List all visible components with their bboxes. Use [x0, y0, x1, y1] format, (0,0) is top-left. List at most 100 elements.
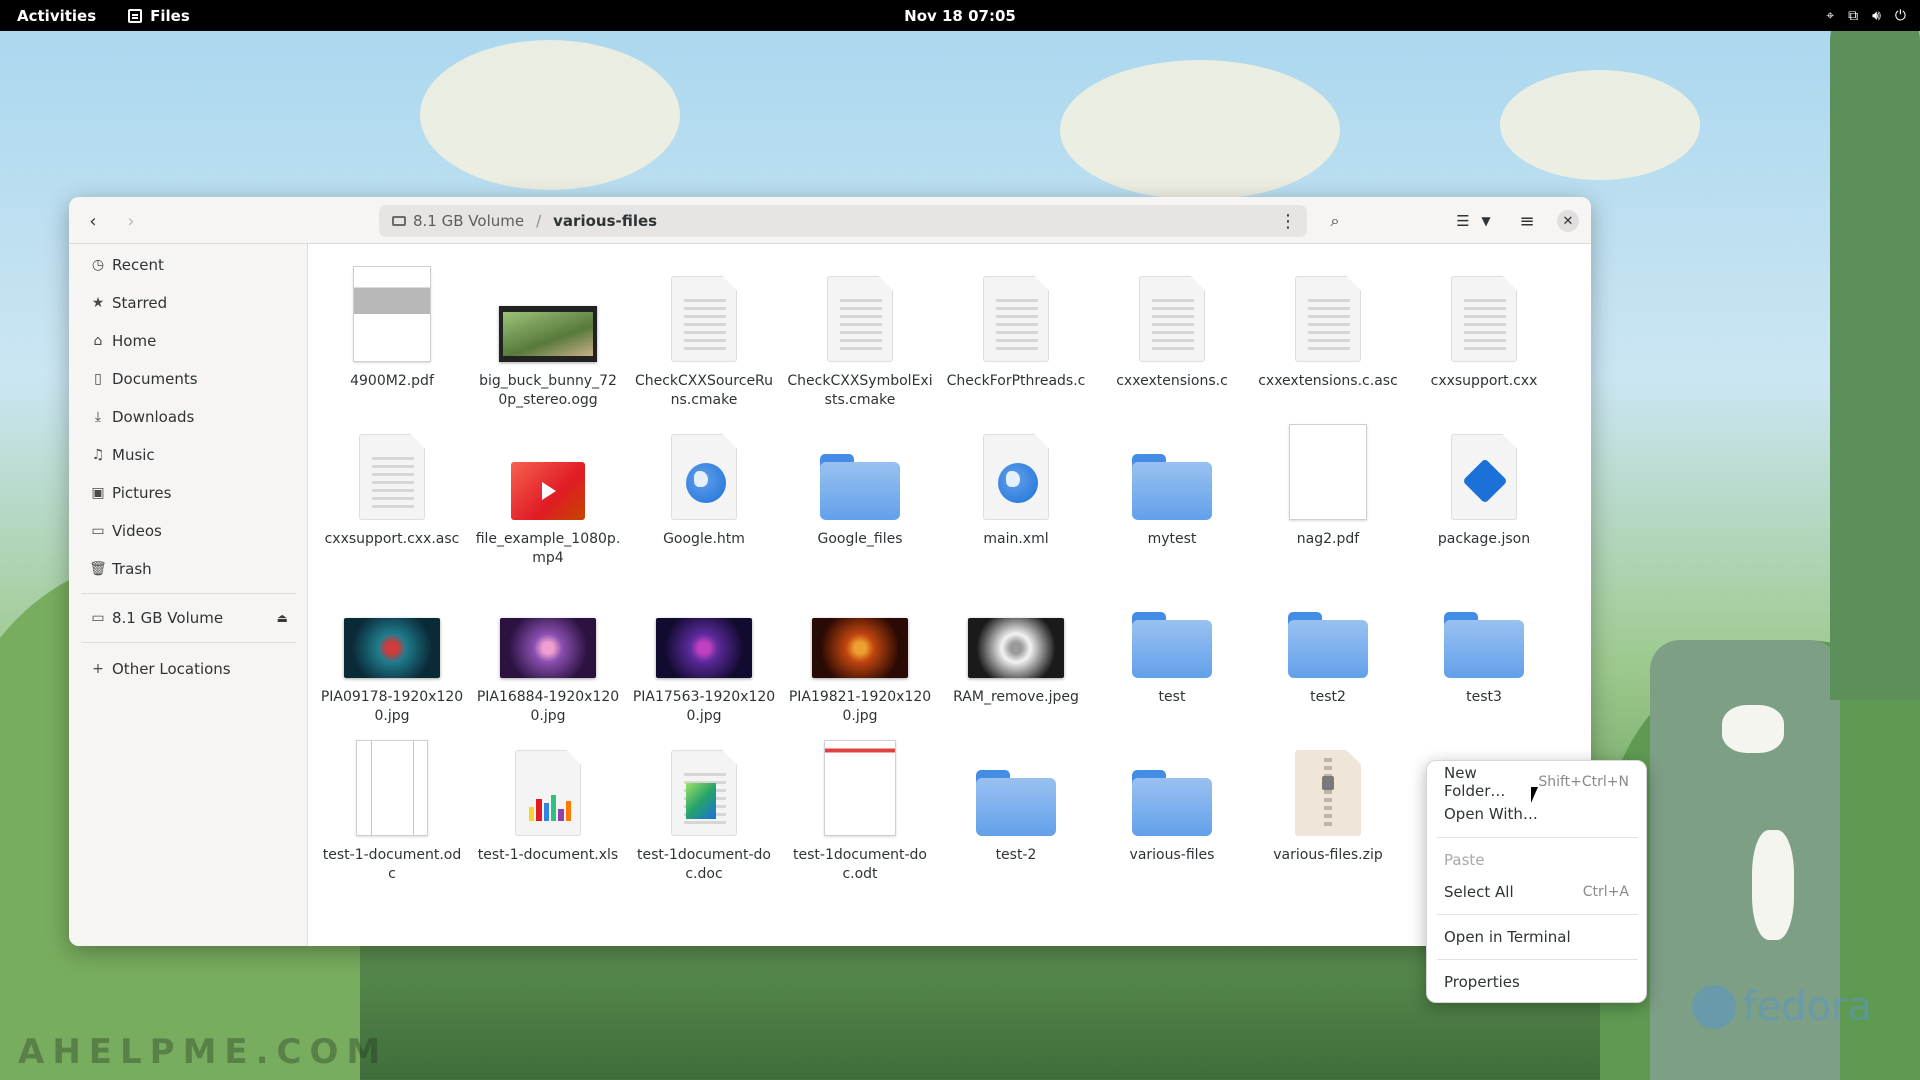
file-item[interactable]: cxxsupport.cxx — [1409, 262, 1559, 391]
menu-item-properties[interactable]: Properties — [1427, 967, 1646, 997]
home-icon: ⌂ — [93, 333, 103, 349]
file-item[interactable]: file_example_1080p.mp4 — [473, 420, 623, 568]
activities-button[interactable]: Activities — [17, 7, 96, 25]
file-name: various-files.zip — [1273, 847, 1383, 863]
app-name: Files — [150, 6, 190, 25]
file-item[interactable]: 4900M2.pdf — [317, 262, 467, 391]
image-thumbnail — [500, 618, 596, 678]
close-icon: ✕ — [1562, 213, 1574, 229]
file-name: test-1document-doc.doc — [637, 847, 771, 882]
file-thumbnail — [941, 262, 1091, 362]
breadcrumb-current[interactable]: various-files — [553, 212, 657, 230]
file-item[interactable]: PIA09178-1920x1200.jpg — [317, 578, 467, 726]
file-item[interactable]: test2 — [1253, 578, 1403, 707]
path-menu-icon[interactable]: ⋮ — [1279, 211, 1297, 232]
json-file-icon — [1451, 434, 1517, 520]
file-item[interactable]: main.xml — [941, 420, 1091, 549]
file-item[interactable]: mytest — [1097, 420, 1247, 549]
app-menu-button[interactable]: Files — [128, 7, 190, 25]
file-item[interactable]: PIA19821-1920x1200.jpg — [785, 578, 935, 726]
file-item[interactable]: test-1-document.xls — [473, 736, 623, 865]
folder-icon — [1288, 612, 1368, 678]
sidebar-item-volume[interactable]: ▭ 8.1 GB Volume ⏏ — [69, 601, 308, 635]
back-button[interactable]: ‹ — [79, 207, 107, 235]
sidebar-item-pictures[interactable]: ▣ Pictures — [69, 476, 308, 510]
file-item[interactable]: test3 — [1409, 578, 1559, 707]
file-item[interactable]: Google_files — [785, 420, 935, 549]
picture-icon: ▣ — [91, 485, 105, 501]
file-name: test-2 — [995, 847, 1037, 863]
sidebar-item-home[interactable]: ⌂ Home — [69, 324, 308, 358]
file-item[interactable]: CheckCXXSourceRuns.cmake — [629, 262, 779, 410]
globe-icon — [686, 463, 726, 503]
hamburger-menu-icon: ≡ — [1519, 210, 1535, 232]
file-item[interactable]: big_buck_bunny_720p_stereo.ogg — [473, 262, 623, 410]
trash-icon: 🗑︎ — [89, 561, 107, 577]
file-item[interactable]: cxxsupport.cxx.asc — [317, 420, 467, 549]
file-item[interactable]: CheckCXXSymbolExists.cmake — [785, 262, 935, 410]
main-menu-button[interactable]: ≡ — [1513, 207, 1541, 235]
sidebar-item-documents[interactable]: ▯ Documents — [69, 362, 308, 396]
sidebar-item-videos[interactable]: ▭ Videos — [69, 514, 308, 548]
sidebar-divider — [81, 642, 296, 643]
html-file-icon — [671, 434, 737, 520]
file-thumbnail — [1097, 262, 1247, 362]
menu-item-shortcut: Shift+Ctrl+N — [1538, 774, 1629, 790]
close-button[interactable]: ✕ — [1557, 210, 1579, 232]
sidebar-item-other-locations[interactable]: + Other Locations — [69, 652, 308, 686]
file-item[interactable]: RAM_remove.jpeg — [941, 578, 1091, 707]
file-item[interactable]: cxxextensions.c — [1097, 262, 1247, 391]
file-item[interactable]: nag2.pdf — [1253, 420, 1403, 549]
file-item[interactable]: cxxextensions.c.asc — [1253, 262, 1403, 391]
file-item[interactable]: test-1document-doc.doc — [629, 736, 779, 884]
forward-button[interactable]: › — [117, 207, 145, 235]
file-item[interactable]: test-2 — [941, 736, 1091, 865]
file-name: CheckCXXSourceRuns.cmake — [634, 373, 774, 408]
file-item[interactable]: various-files — [1097, 736, 1247, 865]
file-item[interactable]: test — [1097, 578, 1247, 707]
sidebar-item-label: Other Locations — [112, 660, 231, 678]
file-item[interactable]: PIA16884-1920x1200.jpg — [473, 578, 623, 726]
menu-item-open-in-terminal[interactable]: Open in Terminal — [1427, 922, 1646, 952]
file-name: test2 — [1310, 689, 1346, 705]
text-file-icon — [827, 276, 893, 362]
view-options-button[interactable]: ▼ — [1475, 207, 1497, 235]
view-mode-button[interactable]: ☰ — [1451, 207, 1475, 235]
sidebar-item-downloads[interactable]: ⤓ Downloads — [69, 400, 308, 434]
folder-icon — [1444, 612, 1524, 678]
menu-divider — [1437, 914, 1638, 915]
wallpaper-cloud — [1060, 60, 1340, 200]
sidebar-item-trash[interactable]: 🗑︎ Trash — [69, 552, 308, 586]
file-item[interactable]: various-files.zip — [1253, 736, 1403, 865]
system-tray[interactable]: ⌖ ⧉ 🔊︎ ⏻ — [1826, 8, 1906, 24]
file-item[interactable]: Google.htm — [629, 420, 779, 549]
menu-item-select-all[interactable]: Select All Ctrl+A — [1427, 877, 1646, 907]
file-item[interactable]: package.json — [1409, 420, 1559, 549]
folder-icon — [1132, 612, 1212, 678]
file-thumbnail — [1253, 736, 1403, 836]
sidebar-item-starred[interactable]: ★ Starred — [69, 286, 308, 320]
html-file-icon — [983, 434, 1049, 520]
file-item[interactable]: test-1document-doc.odt — [785, 736, 935, 884]
file-name: PIA17563-1920x1200.jpg — [632, 689, 776, 724]
menu-item-paste: Paste — [1427, 845, 1646, 875]
menu-item-label: New Folder… — [1444, 764, 1506, 800]
file-item[interactable]: PIA17563-1920x1200.jpg — [629, 578, 779, 726]
document-file-icon — [671, 750, 737, 836]
menu-item-label: Properties — [1444, 973, 1520, 991]
eject-icon[interactable]: ⏏ — [277, 611, 288, 625]
sidebar-item-music[interactable]: ♫ Music — [69, 438, 308, 472]
sidebar-item-recent[interactable]: ◷ Recent — [69, 248, 308, 282]
search-button[interactable]: ⌕ — [1321, 207, 1349, 235]
header-bar: ‹ › 8.1 GB Volume / various-files ⋮ ⌕ ☰ … — [69, 197, 1591, 244]
path-bar[interactable]: 8.1 GB Volume / various-files ⋮ — [379, 205, 1307, 237]
file-thumbnail — [629, 736, 779, 836]
video-file-icon — [511, 462, 585, 520]
clock[interactable]: Nov 18 07:05 — [0, 7, 1920, 25]
file-item[interactable]: CheckForPthreads.c — [941, 262, 1091, 391]
file-thumbnail — [785, 578, 935, 678]
file-thumbnail — [317, 736, 467, 836]
menu-item-open-with[interactable]: Open With… — [1427, 799, 1646, 829]
file-item[interactable]: test-1-document.odc — [317, 736, 467, 884]
breadcrumb-volume[interactable]: 8.1 GB Volume — [392, 212, 524, 230]
